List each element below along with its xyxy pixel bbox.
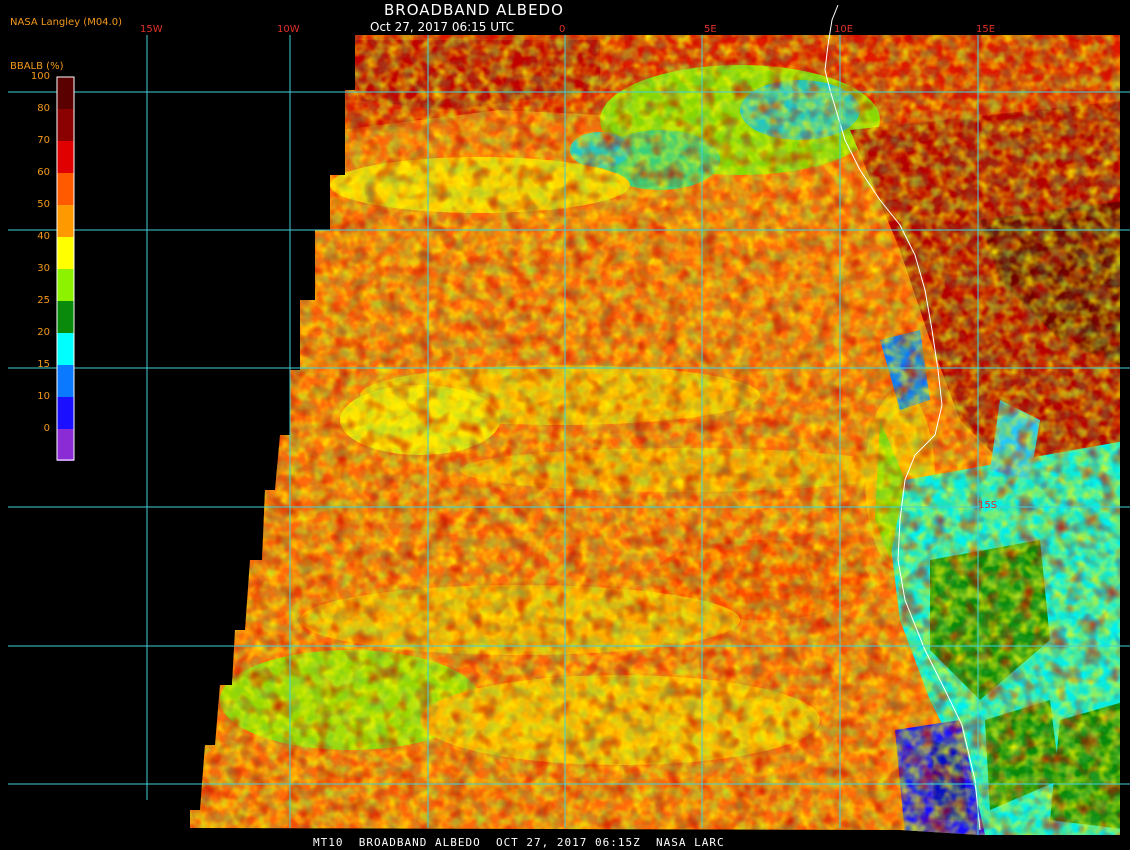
satellite-swath bbox=[190, 35, 1120, 835]
colorbar-swatch bbox=[57, 237, 74, 269]
map-datetime: Oct 27, 2017 06:15 UTC bbox=[370, 20, 514, 34]
colorbar-swatch bbox=[57, 109, 74, 141]
lon-label-0: 0 bbox=[559, 24, 566, 35]
lon-label-15e: 15E bbox=[976, 24, 996, 35]
colorbar-tick-label: 0 bbox=[43, 423, 50, 434]
colorbar-tick-label: 70 bbox=[37, 135, 50, 146]
lon-label-15w: 15W bbox=[140, 24, 163, 35]
footer-caption: MT10 BROADBAND ALBEDO OCT 27, 2017 06:15… bbox=[313, 836, 725, 849]
lon-label-5e: 5E bbox=[704, 24, 717, 35]
colorbar-tick-label: 60 bbox=[37, 167, 50, 178]
colorbar-swatch bbox=[57, 205, 74, 237]
map-title: BROADBAND ALBEDO bbox=[384, 1, 564, 19]
colorbar-swatch bbox=[57, 77, 74, 109]
lon-label-10w: 10W bbox=[277, 24, 300, 35]
colorbar-swatch bbox=[57, 333, 74, 365]
colorbar-swatch bbox=[57, 365, 74, 397]
colorbar-tick-label: 80 bbox=[37, 103, 50, 114]
lon-label-10e: 10E bbox=[834, 24, 854, 35]
colorbar bbox=[56, 76, 75, 461]
organization-label: NASA Langley (M04.0) bbox=[10, 17, 122, 28]
colorbar-swatch bbox=[57, 429, 74, 461]
colorbar-swatch bbox=[57, 397, 74, 429]
colorbar-tick-label: 15 bbox=[37, 359, 50, 370]
colorbar-tick-label: 10 bbox=[37, 391, 50, 402]
colorbar-swatch bbox=[57, 173, 74, 205]
colorbar-tick-label: 50 bbox=[37, 199, 50, 210]
lat-label-15s: 15S bbox=[978, 500, 998, 511]
colorbar-tick-label: 25 bbox=[37, 295, 50, 306]
colorbar-swatch bbox=[57, 269, 74, 301]
colorbar-swatch bbox=[57, 301, 74, 333]
colorbar-tick-label: 100 bbox=[30, 71, 50, 82]
albedo-map bbox=[8, 4, 1130, 835]
colorbar-tick-label: 20 bbox=[37, 327, 50, 338]
colorbar-tick-label: 40 bbox=[37, 231, 50, 242]
colorbar-tick-label: 30 bbox=[37, 263, 50, 274]
colorbar-swatch bbox=[57, 141, 74, 173]
